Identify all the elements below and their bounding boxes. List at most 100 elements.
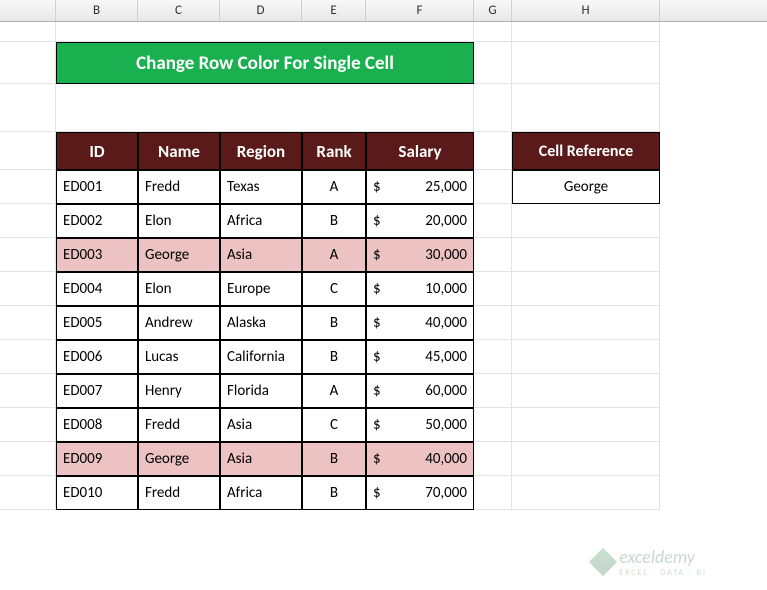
blank[interactable] (474, 272, 512, 306)
blank[interactable] (474, 42, 512, 84)
cell-name[interactable]: Fredd (138, 476, 220, 510)
cell-salary[interactable]: $25,000 (366, 170, 474, 204)
table-row[interactable]: ED009GeorgeAsiaB$40,000 (0, 442, 767, 476)
cell-rank[interactable]: B (302, 204, 366, 238)
cell-salary[interactable]: $60,000 (366, 374, 474, 408)
cell-id[interactable]: ED004 (56, 272, 138, 306)
table-row[interactable]: ED007HenryFloridaA$60,000 (0, 374, 767, 408)
table-row[interactable]: ED010FreddAfricaB$70,000 (0, 476, 767, 510)
cell-salary[interactable]: $50,000 (366, 408, 474, 442)
blank[interactable] (512, 204, 660, 238)
ref-value[interactable]: George (512, 170, 660, 204)
cell-id[interactable]: ED008 (56, 408, 138, 442)
blank[interactable] (512, 408, 660, 442)
cell-rank[interactable]: B (302, 306, 366, 340)
blank[interactable] (474, 476, 512, 510)
colhdr-H[interactable]: H (512, 0, 660, 21)
cell-salary[interactable]: $45,000 (366, 340, 474, 374)
blank[interactable] (512, 238, 660, 272)
blank[interactable] (56, 22, 474, 42)
blank[interactable] (474, 132, 512, 170)
colhdr-F[interactable]: F (366, 0, 474, 21)
cell-region[interactable]: California (220, 340, 302, 374)
blank[interactable] (474, 170, 512, 204)
blank[interactable] (474, 84, 512, 132)
table-row[interactable]: ED008FreddAsiaC$50,000 (0, 408, 767, 442)
blank[interactable] (512, 340, 660, 374)
cell-salary[interactable]: $30,000 (366, 238, 474, 272)
cell-region[interactable]: Africa (220, 204, 302, 238)
cell-name[interactable]: George (138, 442, 220, 476)
cell-id[interactable]: ED009 (56, 442, 138, 476)
th-name[interactable]: Name (138, 132, 220, 170)
cell-name[interactable]: George (138, 238, 220, 272)
cell-region[interactable]: Florida (220, 374, 302, 408)
blank[interactable] (474, 442, 512, 476)
cell-salary[interactable]: $10,000 (366, 272, 474, 306)
blank[interactable] (512, 476, 660, 510)
cell-region[interactable]: Europe (220, 272, 302, 306)
blank[interactable] (512, 272, 660, 306)
colhdr-C[interactable]: C (138, 0, 220, 21)
cell-name[interactable]: Fredd (138, 170, 220, 204)
grid-body[interactable]: Change Row Color For Single Cell ID Name… (0, 22, 767, 510)
cell-id[interactable]: ED005 (56, 306, 138, 340)
colhdr-G[interactable]: G (474, 0, 512, 21)
blank[interactable] (512, 442, 660, 476)
blank[interactable] (512, 84, 660, 132)
blank[interactable] (512, 374, 660, 408)
table-row[interactable]: ED001FreddTexasA$25,000George (0, 170, 767, 204)
cell-salary[interactable]: $70,000 (366, 476, 474, 510)
cell-id[interactable]: ED010 (56, 476, 138, 510)
cell-region[interactable]: Alaska (220, 306, 302, 340)
colhdr-E[interactable]: E (302, 0, 366, 21)
table-row[interactable]: ED003GeorgeAsiaA$30,000 (0, 238, 767, 272)
cell-rank[interactable]: B (302, 476, 366, 510)
blank[interactable] (474, 408, 512, 442)
cell-salary[interactable]: $40,000 (366, 442, 474, 476)
page-title[interactable]: Change Row Color For Single Cell (56, 42, 474, 84)
colhdr-B[interactable]: B (56, 0, 138, 21)
ref-header[interactable]: Cell Reference (512, 132, 660, 170)
rowhdr-corner[interactable] (0, 0, 56, 21)
blank[interactable] (474, 204, 512, 238)
th-salary[interactable]: Salary (366, 132, 474, 170)
blank[interactable] (512, 306, 660, 340)
blank[interactable] (474, 22, 512, 42)
blank[interactable] (512, 22, 660, 42)
cell-id[interactable]: ED002 (56, 204, 138, 238)
blank[interactable] (474, 374, 512, 408)
cell-id[interactable]: ED001 (56, 170, 138, 204)
cell-rank[interactable]: C (302, 408, 366, 442)
table-row[interactable]: ED004ElonEuropeC$10,000 (0, 272, 767, 306)
blank[interactable] (512, 42, 660, 84)
cell-rank[interactable]: C (302, 272, 366, 306)
cell-salary[interactable]: $20,000 (366, 204, 474, 238)
cell-rank[interactable]: A (302, 238, 366, 272)
th-region[interactable]: Region (220, 132, 302, 170)
cell-name[interactable]: Henry (138, 374, 220, 408)
th-id[interactable]: ID (56, 132, 138, 170)
cell-id[interactable]: ED003 (56, 238, 138, 272)
cell-id[interactable]: ED007 (56, 374, 138, 408)
blank[interactable] (56, 84, 474, 132)
cell-rank[interactable]: B (302, 340, 366, 374)
table-row[interactable]: ED006LucasCaliforniaB$45,000 (0, 340, 767, 374)
cell-name[interactable]: Fredd (138, 408, 220, 442)
table-row[interactable]: ED002ElonAfricaB$20,000 (0, 204, 767, 238)
cell-name[interactable]: Elon (138, 204, 220, 238)
cell-name[interactable]: Lucas (138, 340, 220, 374)
cell-region[interactable]: Texas (220, 170, 302, 204)
cell-region[interactable]: Asia (220, 408, 302, 442)
colhdr-D[interactable]: D (220, 0, 302, 21)
cell-salary[interactable]: $40,000 (366, 306, 474, 340)
th-rank[interactable]: Rank (302, 132, 366, 170)
blank[interactable] (474, 238, 512, 272)
cell-rank[interactable]: B (302, 442, 366, 476)
table-row[interactable]: ED005AndrewAlaskaB$40,000 (0, 306, 767, 340)
cell-region[interactable]: Africa (220, 476, 302, 510)
cell-region[interactable]: Asia (220, 442, 302, 476)
blank[interactable] (474, 340, 512, 374)
cell-name[interactable]: Andrew (138, 306, 220, 340)
cell-name[interactable]: Elon (138, 272, 220, 306)
